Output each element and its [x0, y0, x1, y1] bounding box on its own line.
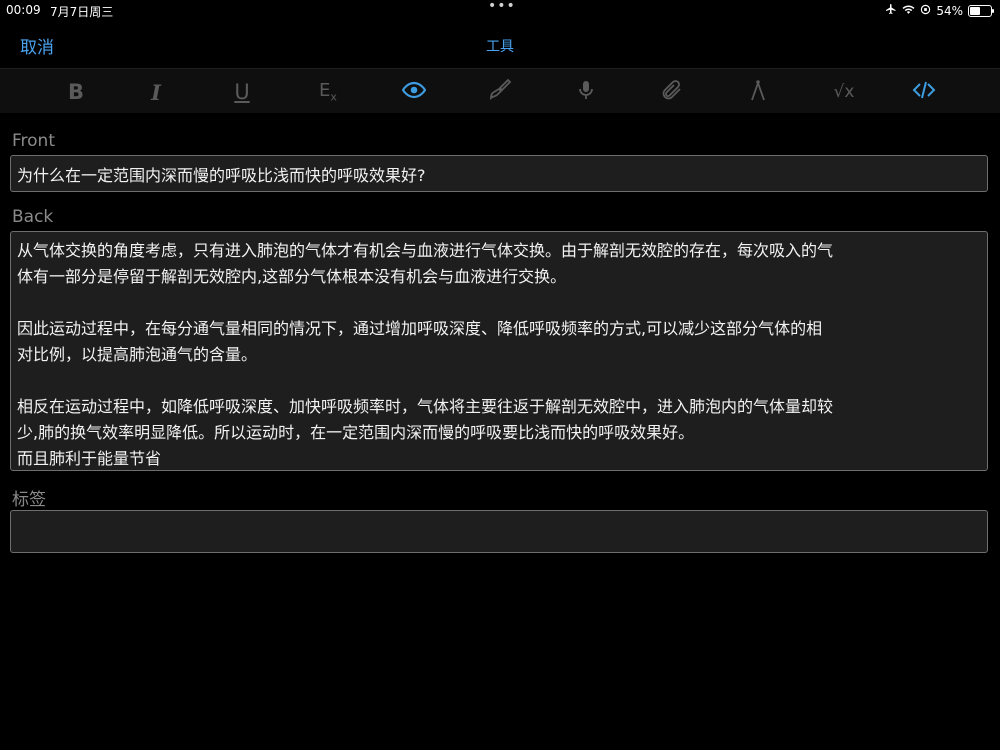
front-label: Front	[12, 131, 55, 151]
underline-icon: U	[234, 80, 250, 104]
attach-button[interactable]	[657, 77, 687, 107]
tags-label: 标签	[12, 490, 46, 510]
math-button[interactable]: √x	[829, 77, 859, 107]
preview-button[interactable]	[399, 77, 429, 107]
paperclip-icon	[660, 78, 684, 107]
back-text-line: 而且肺利于能量节省	[17, 449, 162, 468]
multitasking-dots[interactable]: •••	[488, 0, 516, 14]
back-text-line: 少,肺的换气效率明显降低。所以运动时，在一定范围内深而慢的呼吸要比浅而快的呼吸效…	[17, 423, 695, 442]
front-field[interactable]: 为什么在一定范围内深而慢的呼吸比浅而快的呼吸效果好?	[10, 155, 988, 192]
html-editor-button[interactable]	[909, 77, 939, 107]
status-right: 54%	[885, 3, 994, 18]
status-bar: 00:09 7月7日周三 ••• 54%	[0, 0, 1000, 22]
battery-percent: 54%	[936, 3, 963, 18]
bold-icon: B	[67, 80, 84, 104]
draw-button[interactable]	[743, 77, 773, 107]
status-time: 00:09	[6, 3, 41, 17]
italic-icon: I	[151, 79, 161, 105]
record-audio-button[interactable]	[571, 77, 601, 107]
brush-button[interactable]	[485, 77, 515, 107]
tags-field[interactable]	[10, 510, 988, 553]
tools-button[interactable]: 工具	[0, 36, 1000, 56]
wifi-icon	[902, 4, 915, 18]
back-text-line: 相反在运动过程中，如降低呼吸深度、加快呼吸频率时，气体将主要往返于解剖无效腔中，…	[17, 397, 834, 416]
front-text: 为什么在一定范围内深而慢的呼吸比浅而快的呼吸效果好?	[17, 166, 426, 185]
back-text-line: 从气体交换的角度考虑，只有进入肺泡的气体才有机会与血液进行气体交换。由于解剖无效…	[17, 241, 834, 260]
sqrt-icon: √x	[833, 82, 855, 102]
italic-button[interactable]: I	[141, 77, 171, 107]
back-text-line: 对比例，以提高肺泡通气的含量。	[17, 345, 258, 364]
back-text-line: 体有一部分是停留于解剖无效腔内,这部分气体根本没有机会与血液进行交换。	[17, 267, 567, 286]
back-label: Back	[12, 207, 54, 227]
battery-icon	[968, 4, 994, 17]
back-field[interactable]: 从气体交换的角度考虑，只有进入肺泡的气体才有机会与血液进行气体交换。由于解剖无效…	[10, 231, 988, 471]
back-text-line: 因此运动过程中，在每分通气量相同的情况下，通过增加呼吸深度、降低呼吸频率的方式,…	[17, 319, 823, 338]
underline-button[interactable]: U	[227, 77, 257, 107]
status-date: 7月7日周三	[50, 5, 114, 19]
format-toolbar: B I U Ex √x	[0, 68, 1000, 113]
bold-button[interactable]: B	[61, 77, 91, 107]
nav-bar: 取消 工具	[0, 22, 1000, 68]
paintbrush-icon	[488, 78, 512, 107]
compass-icon	[746, 78, 770, 107]
microphone-icon	[574, 78, 598, 107]
orientation-lock-icon	[920, 4, 931, 18]
clear-format-icon: Ex	[319, 80, 337, 104]
eye-icon	[401, 78, 427, 107]
airplane-icon	[885, 3, 897, 18]
code-icon	[912, 78, 936, 107]
clear-format-button[interactable]: Ex	[313, 77, 343, 107]
